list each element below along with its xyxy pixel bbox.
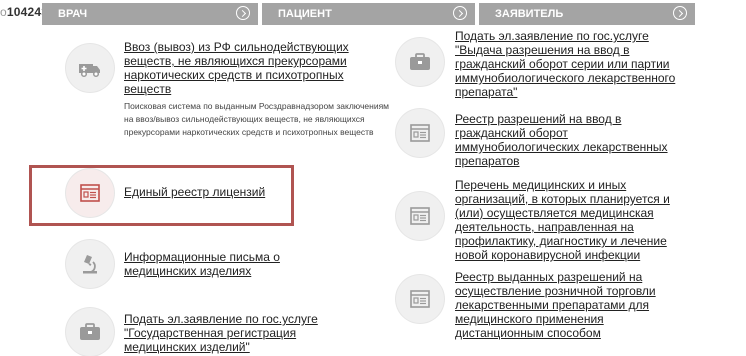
link-unified-license-register[interactable]: Единый реестр лицензий <box>124 185 284 199</box>
ambulance-icon <box>66 44 114 92</box>
microscope-icon <box>66 240 114 288</box>
chevron-right-icon <box>236 6 250 20</box>
briefcase-icon <box>66 308 114 356</box>
import-export-description: Поисковая система по выданным Росздравна… <box>124 101 390 137</box>
register-icon <box>396 192 444 240</box>
link-remote-retail-permits-register[interactable]: Реестр выданных разрешений на осуществле… <box>455 270 680 340</box>
link-covid-organizations-list[interactable]: Перечень медицинских и иных организаций,… <box>455 178 695 262</box>
link-immunobiological-permits-register[interactable]: Реестр разрешений на ввод в гражданский … <box>455 112 675 168</box>
tab-doctor[interactable]: ВРАЧ <box>42 3 258 25</box>
tab-applicant[interactable]: ЗАЯВИТЕЛЬ <box>479 3 695 25</box>
link-register-medical-devices[interactable]: Подать эл.заявление по гос.услуге "Госуд… <box>124 312 344 354</box>
link-import-export-substances[interactable]: Ввоз (вывоз) из РФ сильнодействующих вещ… <box>124 40 364 96</box>
phone-prefix: о <box>0 5 7 19</box>
briefcase-icon <box>396 38 444 86</box>
tab-doctor-label: ВРАЧ <box>58 8 88 20</box>
top-navigation: о104243 ВРАЧ ПАЦИЕНТ ЗАЯВИТЕЛЬ <box>0 0 746 26</box>
chevron-right-icon <box>673 6 687 20</box>
tab-applicant-label: ЗАЯВИТЕЛЬ <box>495 8 564 20</box>
register-icon <box>66 169 114 217</box>
tab-patient[interactable]: ПАЦИЕНТ <box>262 3 475 25</box>
link-immunobiological-batch-permit[interactable]: Подать эл.заявление по гос.услуге "Выдач… <box>455 29 690 99</box>
hotline-phone: о104243 <box>0 5 48 19</box>
chevron-right-icon <box>453 6 467 20</box>
link-info-letters-medical-devices[interactable]: Информационные письма о медицинских изде… <box>124 250 324 278</box>
register-icon <box>396 109 444 157</box>
register-icon <box>396 275 444 323</box>
tab-patient-label: ПАЦИЕНТ <box>278 8 332 20</box>
